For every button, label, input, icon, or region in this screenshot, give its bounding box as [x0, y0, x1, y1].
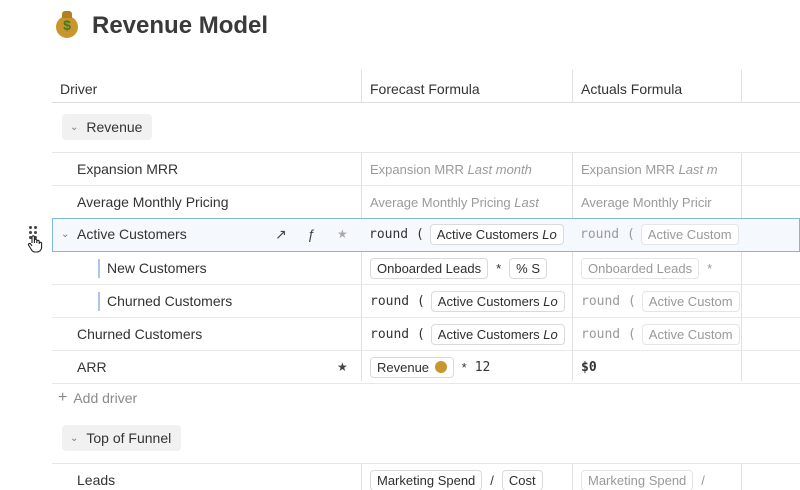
formula-ref-chip[interactable]: Active Customers Lo: [429, 224, 564, 245]
group-toggle-top-of-funnel[interactable]: ⌄ Top of Funnel: [62, 425, 182, 451]
driver-row-expansion-mrr[interactable]: Expansion MRR Expansion MRR Last month E…: [52, 153, 800, 186]
chevron-down-icon: ⌄: [70, 432, 79, 444]
formula-function: round (: [581, 327, 636, 342]
formula-function: round (: [580, 227, 635, 242]
forecast-formula-cell[interactable]: round ( Active Customers Lo: [361, 219, 571, 250]
formula-ref-chip[interactable]: Marketing Spend: [370, 470, 483, 490]
formula-function: round (: [369, 227, 424, 242]
group-label: Revenue: [86, 119, 143, 135]
plus-icon: +: [58, 389, 68, 406]
driver-name[interactable]: Active Customers: [77, 219, 187, 252]
page-header: $ Revenue Model: [56, 10, 268, 42]
formula-ref-chip[interactable]: % S: [509, 258, 547, 279]
driver-row-leads[interactable]: Leads Marketing Spend / Cost Marketing S…: [52, 464, 800, 490]
actuals-formula-cell[interactable]: round ( Active Custom: [572, 219, 740, 250]
indent-guide: [98, 259, 100, 278]
driver-name[interactable]: Expansion MRR: [77, 153, 178, 186]
actuals-formula-cell[interactable]: Expansion MRR Last m: [573, 153, 741, 186]
actuals-formula-cell[interactable]: round ( Active Custom: [573, 285, 741, 318]
driver-row-churned-customers-child[interactable]: Churned Customers round ( Active Custome…: [52, 285, 800, 318]
group-row-revenue: ⌄ Revenue: [52, 103, 800, 153]
actuals-value: $0: [581, 360, 597, 375]
page-title[interactable]: Revenue Model: [92, 12, 268, 40]
driver-row-churned-customers[interactable]: Churned Customers round ( Active Custome…: [52, 318, 800, 351]
function-icon[interactable]: ƒ: [307, 219, 315, 250]
driver-name[interactable]: Churned Customers: [77, 318, 202, 351]
star-icon[interactable]: ★: [337, 219, 348, 250]
formula-operator: *: [496, 261, 502, 276]
actuals-formula-cell[interactable]: Onboarded Leads *: [573, 252, 741, 285]
forecast-formula-cell[interactable]: Revenue * 12: [362, 351, 572, 384]
forecast-formula-cell[interactable]: Onboarded Leads * % S: [362, 252, 572, 285]
formula-function: round (: [370, 294, 425, 309]
driver-name[interactable]: New Customers: [107, 252, 207, 285]
driver-row-active-customers[interactable]: ⌄ Active Customers ↗ ƒ ★ round ( Active …: [52, 218, 800, 252]
star-icon[interactable]: ★: [337, 351, 348, 384]
money-bag-icon: [434, 361, 447, 373]
column-divider: [572, 70, 573, 103]
open-link-icon[interactable]: ↗: [275, 219, 287, 250]
column-header-actuals[interactable]: Actuals Formula: [581, 70, 682, 103]
table-header: Driver Forecast Formula Actuals Formula: [52, 70, 800, 103]
driver-row-new-customers[interactable]: New Customers Onboarded Leads * % S Onbo…: [52, 252, 800, 285]
formula-operator: *: [461, 360, 467, 375]
column-header-driver[interactable]: Driver: [60, 70, 97, 103]
add-driver-button[interactable]: + Add driver: [58, 388, 137, 408]
driver-name[interactable]: Leads: [77, 464, 115, 490]
column-divider: [361, 70, 362, 103]
driver-row-average-monthly-pricing[interactable]: Average Monthly Pricing Average Monthly …: [52, 186, 800, 219]
chevron-down-icon[interactable]: ⌄: [61, 229, 69, 240]
add-driver-label: Add driver: [73, 390, 138, 406]
forecast-formula-cell[interactable]: Marketing Spend / Cost: [362, 464, 572, 490]
formula-ref: Average Monthly Pricing Last: [370, 195, 539, 210]
actuals-formula-cell[interactable]: Average Monthly Pricir: [573, 186, 741, 219]
formula-function: round (: [370, 327, 425, 342]
formula-ref-chip[interactable]: Active Custom: [641, 291, 740, 312]
formula-ref-chip[interactable]: Active Custom: [641, 324, 740, 345]
indent-guide: [98, 292, 100, 311]
driver-name[interactable]: Churned Customers: [107, 285, 232, 318]
actuals-formula-cell[interactable]: round ( Active Custom: [573, 318, 741, 351]
group-toggle-revenue[interactable]: ⌄ Revenue: [62, 114, 153, 140]
driver-name[interactable]: Average Monthly Pricing: [77, 186, 228, 219]
forecast-formula-cell[interactable]: Average Monthly Pricing Last: [362, 186, 572, 219]
driver-row-arr[interactable]: ARR ★ Revenue * 12 $0: [52, 351, 800, 384]
formula-ref-chip[interactable]: Onboarded Leads: [581, 258, 700, 279]
actuals-formula-cell[interactable]: $0: [573, 351, 741, 384]
formula-ref-chip[interactable]: Active Custom: [640, 224, 739, 245]
group-label: Top of Funnel: [86, 430, 172, 446]
money-bag-icon: $: [56, 11, 78, 38]
forecast-formula-cell[interactable]: Expansion MRR Last month: [362, 153, 572, 186]
forecast-formula-cell[interactable]: round ( Active Customers Lo: [362, 318, 572, 351]
formula-ref: Expansion MRR Last m: [581, 162, 718, 177]
formula-ref-chip[interactable]: Marketing Spend: [581, 470, 694, 490]
formula-ref-chip[interactable]: Onboarded Leads: [370, 258, 489, 279]
column-divider: [741, 70, 742, 103]
formula-ref-chip[interactable]: Active Customers Lo: [430, 324, 565, 345]
formula-ref-chip[interactable]: Revenue: [370, 357, 454, 378]
formula-ref: Expansion MRR Last month: [370, 162, 532, 177]
forecast-formula-cell[interactable]: round ( Active Customers Lo: [362, 285, 572, 318]
formula-ref: Average Monthly Pricir: [581, 195, 712, 210]
hand-cursor-icon: [27, 235, 43, 253]
formula-operator: *: [707, 261, 713, 276]
group-row-top-of-funnel: ⌄ Top of Funnel: [52, 414, 800, 464]
formula-ref-chip[interactable]: Active Customers Lo: [430, 291, 565, 312]
chevron-down-icon: ⌄: [70, 121, 79, 133]
actuals-formula-cell[interactable]: Marketing Spend /: [573, 464, 741, 490]
driver-name[interactable]: ARR: [77, 351, 107, 384]
formula-number: 12: [474, 360, 491, 375]
formula-operator: /: [701, 473, 705, 488]
formula-ref-chip[interactable]: Cost: [501, 470, 543, 490]
column-header-forecast[interactable]: Forecast Formula: [370, 70, 480, 103]
formula-function: round (: [581, 294, 636, 309]
formula-operator: /: [490, 473, 494, 488]
